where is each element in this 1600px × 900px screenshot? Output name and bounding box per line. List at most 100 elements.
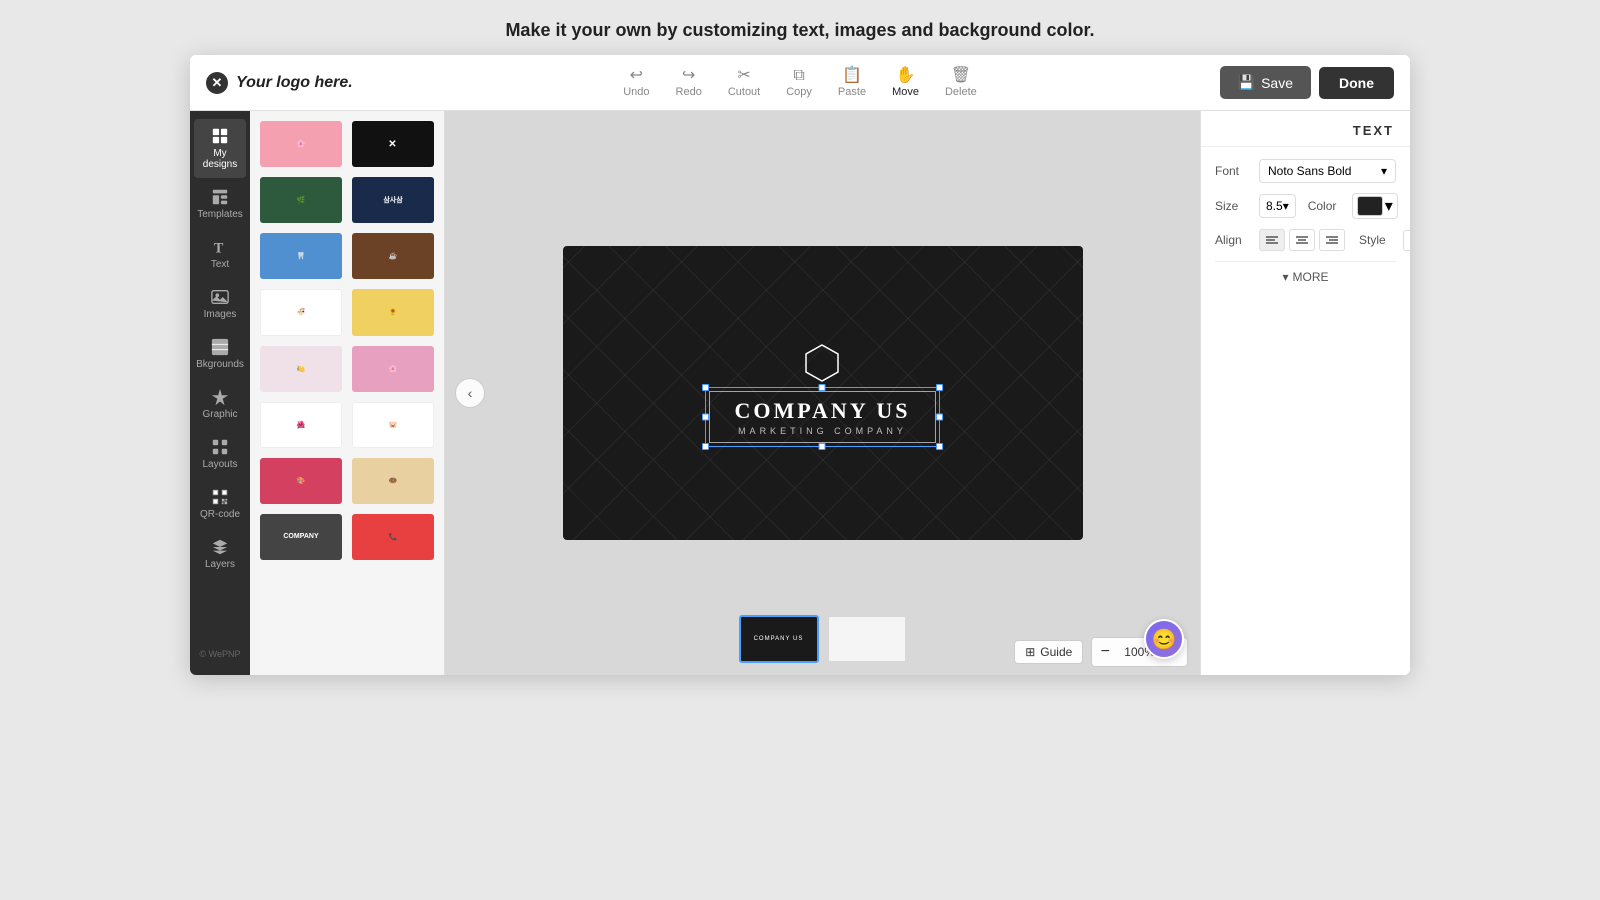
template-card[interactable]: 🦷 [258, 231, 344, 281]
guide-label: Guide [1040, 645, 1072, 659]
handle-ml[interactable] [702, 414, 709, 421]
style-label: Style [1359, 233, 1395, 247]
redo-tool[interactable]: ↪ Redo [664, 64, 714, 102]
align-left-button[interactable] [1259, 229, 1285, 251]
templates-label: Templates [197, 209, 243, 220]
cutout-icon: ✂ [737, 68, 750, 84]
page-thumb-1[interactable]: COMPANY US [739, 615, 819, 663]
template-card[interactable]: 📞 [350, 512, 436, 562]
align-center-button[interactable] [1289, 229, 1315, 251]
hex-icon [802, 343, 842, 383]
paste-label: Paste [838, 86, 866, 98]
sidebar: My designs Templates T Text [190, 111, 250, 675]
my-designs-label: My designs [200, 148, 240, 170]
color-swatch [1357, 196, 1383, 216]
paste-icon: 📋 [842, 68, 862, 84]
template-card[interactable]: ✕ [350, 119, 436, 169]
logo-text: Your logo here. [236, 74, 353, 92]
size-select[interactable]: 8.5 ▾ [1259, 194, 1296, 218]
color-picker[interactable]: ▾ [1352, 193, 1398, 219]
delete-tool[interactable]: 🗑 Delete [933, 64, 989, 102]
template-card[interactable]: 🐷 [350, 400, 436, 450]
handle-bl[interactable] [702, 443, 709, 450]
cutout-tool[interactable]: ✂ Cutout [716, 64, 772, 102]
page-thumb-inner-1: COMPANY US [741, 617, 817, 661]
copy-tool[interactable]: ⧉ Copy [774, 64, 824, 102]
page-thumb-2[interactable] [827, 615, 907, 663]
chat-avatar-button[interactable]: 😊 [1144, 619, 1184, 659]
template-card[interactable]: ☕ [350, 231, 436, 281]
align-style-row: Align [1215, 229, 1396, 251]
template-thumb-label: 🍩 [389, 477, 398, 485]
template-card[interactable]: 🌿 [258, 175, 344, 225]
template-thumb-label: 🌸 [387, 363, 400, 375]
sidebar-item-qr-code[interactable]: QR-code [194, 480, 246, 528]
templates-icon [211, 188, 229, 206]
card-content: COMPANY US MARKETING COMPANY [709, 343, 935, 443]
sidebar-item-backgrounds[interactable]: Bkgrounds [194, 330, 246, 378]
done-button[interactable]: Done [1319, 67, 1394, 99]
canvas-area: ‹ [445, 111, 1200, 675]
template-card[interactable]: 🌻 [350, 287, 436, 337]
template-card[interactable]: 🎨 [258, 456, 344, 506]
font-select[interactable]: Noto Sans Bold ▾ [1259, 159, 1396, 183]
canvas-card[interactable]: COMPANY US MARKETING COMPANY [563, 246, 1083, 540]
italic-style-button[interactable]: I [1403, 230, 1410, 251]
close-button[interactable]: ✕ [206, 72, 228, 94]
move-tool[interactable]: ✋ Move [880, 64, 931, 102]
template-grid: 🌸 ✕ 🌿 삼사삼 [250, 111, 444, 570]
sidebar-item-text[interactable]: T Text [194, 230, 246, 278]
sidebar-item-graphic[interactable]: Graphic [194, 380, 246, 428]
template-card[interactable]: 🍋 [258, 344, 344, 394]
handle-br[interactable] [936, 443, 943, 450]
template-card[interactable]: 🌸 [258, 119, 344, 169]
template-card[interactable]: COMPANY [258, 512, 344, 562]
size-value: 8.5 [1266, 199, 1283, 213]
text-selection-box[interactable]: COMPANY US MARKETING COMPANY [709, 391, 935, 443]
template-card[interactable]: 🌸 [350, 344, 436, 394]
canvas-nav-left[interactable]: ‹ [455, 378, 485, 408]
logo-area: ✕ Your logo here. [206, 72, 406, 94]
sidebar-item-layouts[interactable]: Layouts [194, 430, 246, 478]
handle-mr[interactable] [936, 414, 943, 421]
undo-icon: ↩ [630, 68, 643, 84]
align-right-button[interactable] [1319, 229, 1345, 251]
handle-bm[interactable] [819, 443, 826, 450]
guide-grid-icon: ⊞ [1025, 645, 1035, 659]
template-thumb-label: 📞 [387, 531, 400, 543]
redo-icon: ↪ [682, 68, 695, 84]
template-card[interactable]: 🍩 [350, 456, 436, 506]
sidebar-item-layers[interactable]: Layers [194, 530, 246, 578]
template-thumb-label: 🐷 [389, 421, 398, 429]
templates-panel[interactable]: 🌸 ✕ 🌿 삼사삼 [250, 111, 445, 675]
text-icon: T [211, 238, 229, 256]
handle-tm[interactable] [819, 384, 826, 391]
main-content: My designs Templates T Text [190, 111, 1410, 675]
align-right-icon [1326, 235, 1338, 245]
template-card[interactable]: 🌺 [258, 400, 344, 450]
template-thumb-label: ✕ [388, 139, 397, 150]
color-dropdown-icon: ▾ [1385, 196, 1393, 216]
sidebar-item-my-designs[interactable]: My designs [194, 119, 246, 178]
template-card[interactable]: 삼사삼 [350, 175, 436, 225]
template-thumb-label: 🌿 [295, 194, 308, 206]
more-button[interactable]: ▾ MORE [1215, 261, 1396, 284]
undo-tool[interactable]: ↩ Undo [611, 64, 661, 102]
handle-tl[interactable] [702, 384, 709, 391]
template-thumb-label: ☕ [387, 250, 400, 262]
template-thumb-label: 🦷 [295, 250, 308, 262]
copy-label: Copy [786, 86, 812, 98]
template-card[interactable]: 🍜 [258, 287, 344, 337]
sidebar-item-images[interactable]: Images [194, 280, 246, 328]
layouts-label: Layouts [202, 459, 237, 470]
handle-tr[interactable] [936, 384, 943, 391]
guide-button[interactable]: ⊞ Guide [1014, 640, 1083, 664]
page-thumbnails: COMPANY US [739, 615, 907, 663]
sidebar-item-templates[interactable]: Templates [194, 180, 246, 228]
save-button[interactable]: 💾 Save [1220, 66, 1311, 99]
cutout-label: Cutout [728, 86, 760, 98]
chevron-down-icon: ▾ [1282, 270, 1288, 284]
color-label: Color [1308, 199, 1344, 213]
paste-tool[interactable]: 📋 Paste [826, 64, 878, 102]
zoom-out-button[interactable]: − [1092, 638, 1118, 666]
